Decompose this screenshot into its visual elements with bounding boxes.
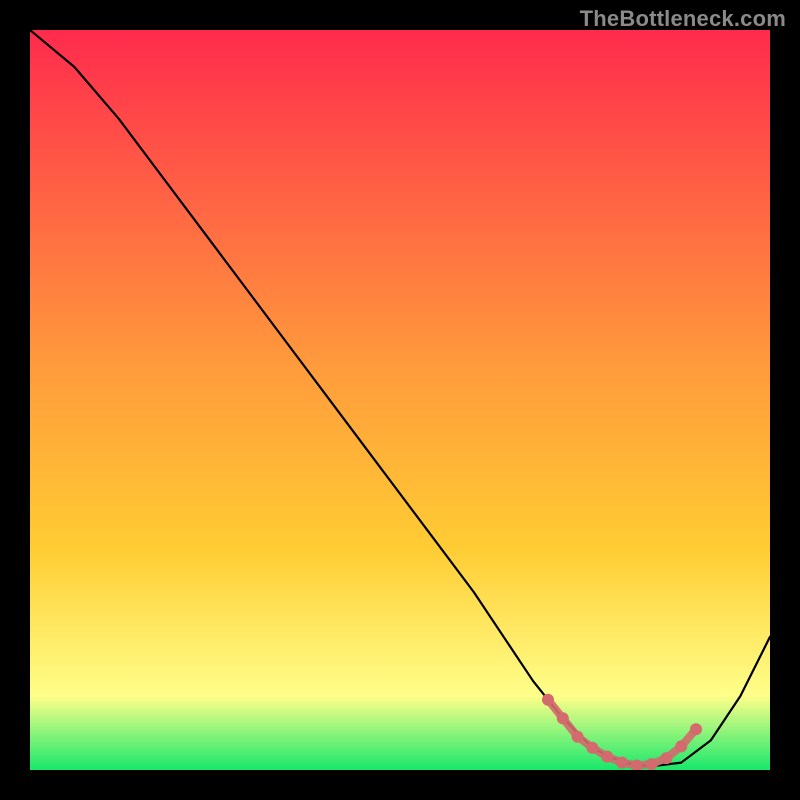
optimal-range-dot bbox=[690, 723, 702, 735]
optimal-range-dot bbox=[660, 752, 672, 764]
optimal-range-dot bbox=[572, 731, 584, 743]
optimal-range-dot bbox=[601, 751, 613, 763]
optimal-range-dot bbox=[542, 694, 554, 706]
gradient-background bbox=[30, 30, 770, 770]
optimal-range-dot bbox=[646, 758, 658, 770]
optimal-range-dot bbox=[586, 742, 598, 754]
optimal-range-dot bbox=[557, 712, 569, 724]
optimal-range-dot bbox=[616, 757, 628, 769]
plot-area bbox=[30, 30, 770, 770]
chart-stage: TheBottleneck.com bbox=[0, 0, 800, 800]
watermark-label: TheBottleneck.com bbox=[580, 6, 786, 32]
chart-svg bbox=[30, 30, 770, 770]
optimal-range-dot bbox=[675, 740, 687, 752]
